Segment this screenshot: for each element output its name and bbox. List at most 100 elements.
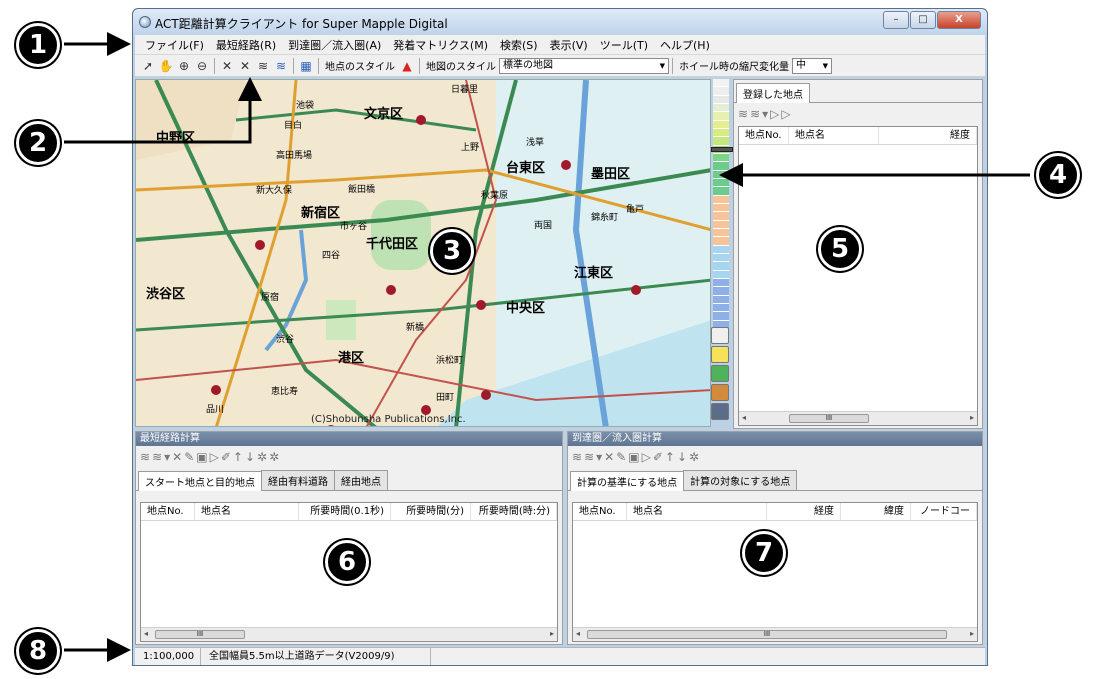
move-down-icon[interactable]: ↓ <box>677 450 687 464</box>
menu-tools[interactable]: ツール(T) <box>594 37 654 53</box>
import-icon[interactable]: ▷ <box>642 450 651 464</box>
column-header[interactable]: 地点No. <box>141 503 195 520</box>
tab-via-point[interactable]: 経由地点 <box>334 470 388 490</box>
column-header[interactable]: 緯度 <box>841 503 911 520</box>
shrink-icon[interactable]: ✕ <box>218 57 236 75</box>
layers-dropdown-icon[interactable]: ▾ <box>164 450 170 464</box>
reach-toolbar: ≋ ≋ ▾ ✕ ✎ ▣ ▷ ✐ ↑ ↓ ✲ <box>568 446 982 468</box>
maximize-button[interactable]: □ <box>910 11 936 29</box>
map-settings-icon[interactable]: ▦ <box>297 57 315 75</box>
scroll-right-icon[interactable]: ▸ <box>970 413 974 422</box>
layers-blue-icon[interactable]: ≋ <box>272 57 290 75</box>
pointer-icon[interactable]: ➚ <box>139 57 157 75</box>
layers-icon[interactable]: ≋ <box>738 107 748 121</box>
edit-icon[interactable]: ✎ <box>184 450 194 464</box>
column-header[interactable]: 経度 <box>879 127 977 144</box>
scroll-left-icon[interactable]: ◂ <box>144 629 148 638</box>
column-header[interactable]: 地点No. <box>739 127 789 144</box>
run-icon[interactable]: ✲ <box>257 450 267 464</box>
toolbar-separator <box>419 57 420 74</box>
tab-registered-points[interactable]: 登録した地点 <box>736 83 810 103</box>
delete-icon[interactable]: ✕ <box>604 450 614 464</box>
calc-icon[interactable]: ▣ <box>196 450 207 464</box>
tab-target-points[interactable]: 計算の対象にする地点 <box>683 470 798 490</box>
tab-toll-road[interactable]: 経由有料道路 <box>261 470 335 490</box>
move-up-icon[interactable]: ↑ <box>665 450 675 464</box>
map-label-hamamatsucho: 浜松町 <box>436 354 463 366</box>
menu-reach[interactable]: 到達圏／流入圏(A) <box>282 37 387 53</box>
grid-green-icon[interactable] <box>711 365 729 382</box>
scroll-left-icon[interactable]: ◂ <box>576 629 580 638</box>
column-header[interactable]: 経度 <box>767 503 841 520</box>
draw-icon[interactable]: ✐ <box>221 450 231 464</box>
scroll-right-icon[interactable]: ▸ <box>550 629 554 638</box>
point-style-label: 地点のスタイル <box>325 62 395 73</box>
layers-dropdown-icon[interactable]: ▾ <box>762 107 768 121</box>
zoom-in-icon[interactable]: ⊕ <box>175 57 193 75</box>
draw-icon[interactable]: ✐ <box>653 450 663 464</box>
title-bar[interactable]: ACT距離計算クライアント for Super Mapple Digital –… <box>133 9 987 35</box>
layers-edit-icon[interactable]: ≋ <box>584 450 594 464</box>
map-view[interactable]: 中野区 文京区 台東区 墨田区 新宿区 千代田区 江東区 渋谷区 中央区 港区 … <box>135 79 711 427</box>
layers-dropdown-icon[interactable]: ▾ <box>596 450 602 464</box>
move-down-icon[interactable]: ↓ <box>245 450 255 464</box>
column-header[interactable]: ノードコー <box>911 503 977 520</box>
scroll-right-icon[interactable]: ▸ <box>970 629 974 638</box>
menu-search[interactable]: 検索(S) <box>494 37 544 53</box>
layers-icon[interactable]: ≋ <box>254 57 272 75</box>
menu-route[interactable]: 最短経路(R) <box>210 37 282 53</box>
scroll-thumb[interactable]: III <box>587 630 947 639</box>
menu-help[interactable]: ヘルプ(H) <box>654 37 716 53</box>
scroll-thumb[interactable]: III <box>789 414 869 423</box>
tab-start-goal[interactable]: スタート地点と目的地点 <box>138 471 262 491</box>
layers-edit-icon[interactable]: ≋ <box>152 450 162 464</box>
import-icon[interactable]: ▷ <box>770 107 779 121</box>
scroll-left-icon[interactable]: ◂ <box>742 413 746 422</box>
toolbar-separator <box>293 57 294 74</box>
hand-icon[interactable]: ✋ <box>157 57 175 75</box>
column-header[interactable]: 所要時間(時:分) <box>471 503 557 520</box>
map-label-nakano: 中野区 <box>156 130 195 146</box>
map-label-ebisu: 恵比寿 <box>271 385 298 397</box>
run-all-icon[interactable]: ✲ <box>269 450 279 464</box>
menu-file[interactable]: ファイル(F) <box>139 37 210 53</box>
delete-icon[interactable]: ✕ <box>172 450 182 464</box>
calc-icon[interactable]: ▣ <box>628 450 639 464</box>
layers-icon[interactable]: ≋ <box>572 450 582 464</box>
column-header[interactable]: 所要時間(0.1秒) <box>299 503 391 520</box>
zoom-scale-bar[interactable] <box>713 79 729 329</box>
horizontal-scrollbar[interactable]: ◂ III ▸ <box>573 627 977 641</box>
grid-orange-icon[interactable] <box>711 384 729 401</box>
map-style-select[interactable]: 標準の地図 ▼ <box>499 57 669 74</box>
grid-blue-icon[interactable] <box>711 403 729 420</box>
close-button[interactable]: X <box>937 11 981 29</box>
minimize-button[interactable]: – <box>883 11 909 29</box>
column-header[interactable]: 地点No. <box>573 503 627 520</box>
menu-matrix[interactable]: 発着マトリクス(M) <box>387 37 494 53</box>
expand-icon[interactable]: ✕ <box>236 57 254 75</box>
column-header[interactable]: 地点名 <box>789 127 879 144</box>
layers-icon[interactable]: ≋ <box>140 450 150 464</box>
flag-icon[interactable]: ▲ <box>398 57 416 75</box>
tab-base-points[interactable]: 計算の基準にする地点 <box>570 471 685 491</box>
run-icon[interactable]: ✲ <box>689 450 699 464</box>
column-header[interactable]: 地点名 <box>627 503 767 520</box>
grid-yellow-icon[interactable] <box>711 346 729 363</box>
registered-points-list[interactable]: 地点No. 地点名 経度 ◂ III ▸ <box>738 126 978 426</box>
horizontal-scrollbar[interactable]: ◂ III ▸ <box>739 411 977 425</box>
horizontal-scrollbar[interactable]: ◂ III ▸ <box>141 627 557 641</box>
move-up-icon[interactable]: ↑ <box>233 450 243 464</box>
import-icon[interactable]: ▷ <box>210 450 219 464</box>
column-header[interactable]: 所要時間(分) <box>391 503 471 520</box>
wheel-zoom-select[interactable]: 中 ▼ <box>792 57 832 74</box>
layers-edit-icon[interactable]: ≋ <box>750 107 760 121</box>
export-icon[interactable]: ▷ <box>781 107 790 121</box>
menu-view[interactable]: 表示(V) <box>544 37 594 53</box>
grid-off-icon[interactable] <box>711 327 729 344</box>
zoom-slider-handle[interactable] <box>711 147 733 152</box>
zoom-out-icon[interactable]: ⊖ <box>193 57 211 75</box>
chevron-down-icon: ▼ <box>659 61 665 70</box>
column-header[interactable]: 地点名 <box>195 503 299 520</box>
scroll-thumb[interactable]: III <box>155 630 245 639</box>
edit-icon[interactable]: ✎ <box>616 450 626 464</box>
